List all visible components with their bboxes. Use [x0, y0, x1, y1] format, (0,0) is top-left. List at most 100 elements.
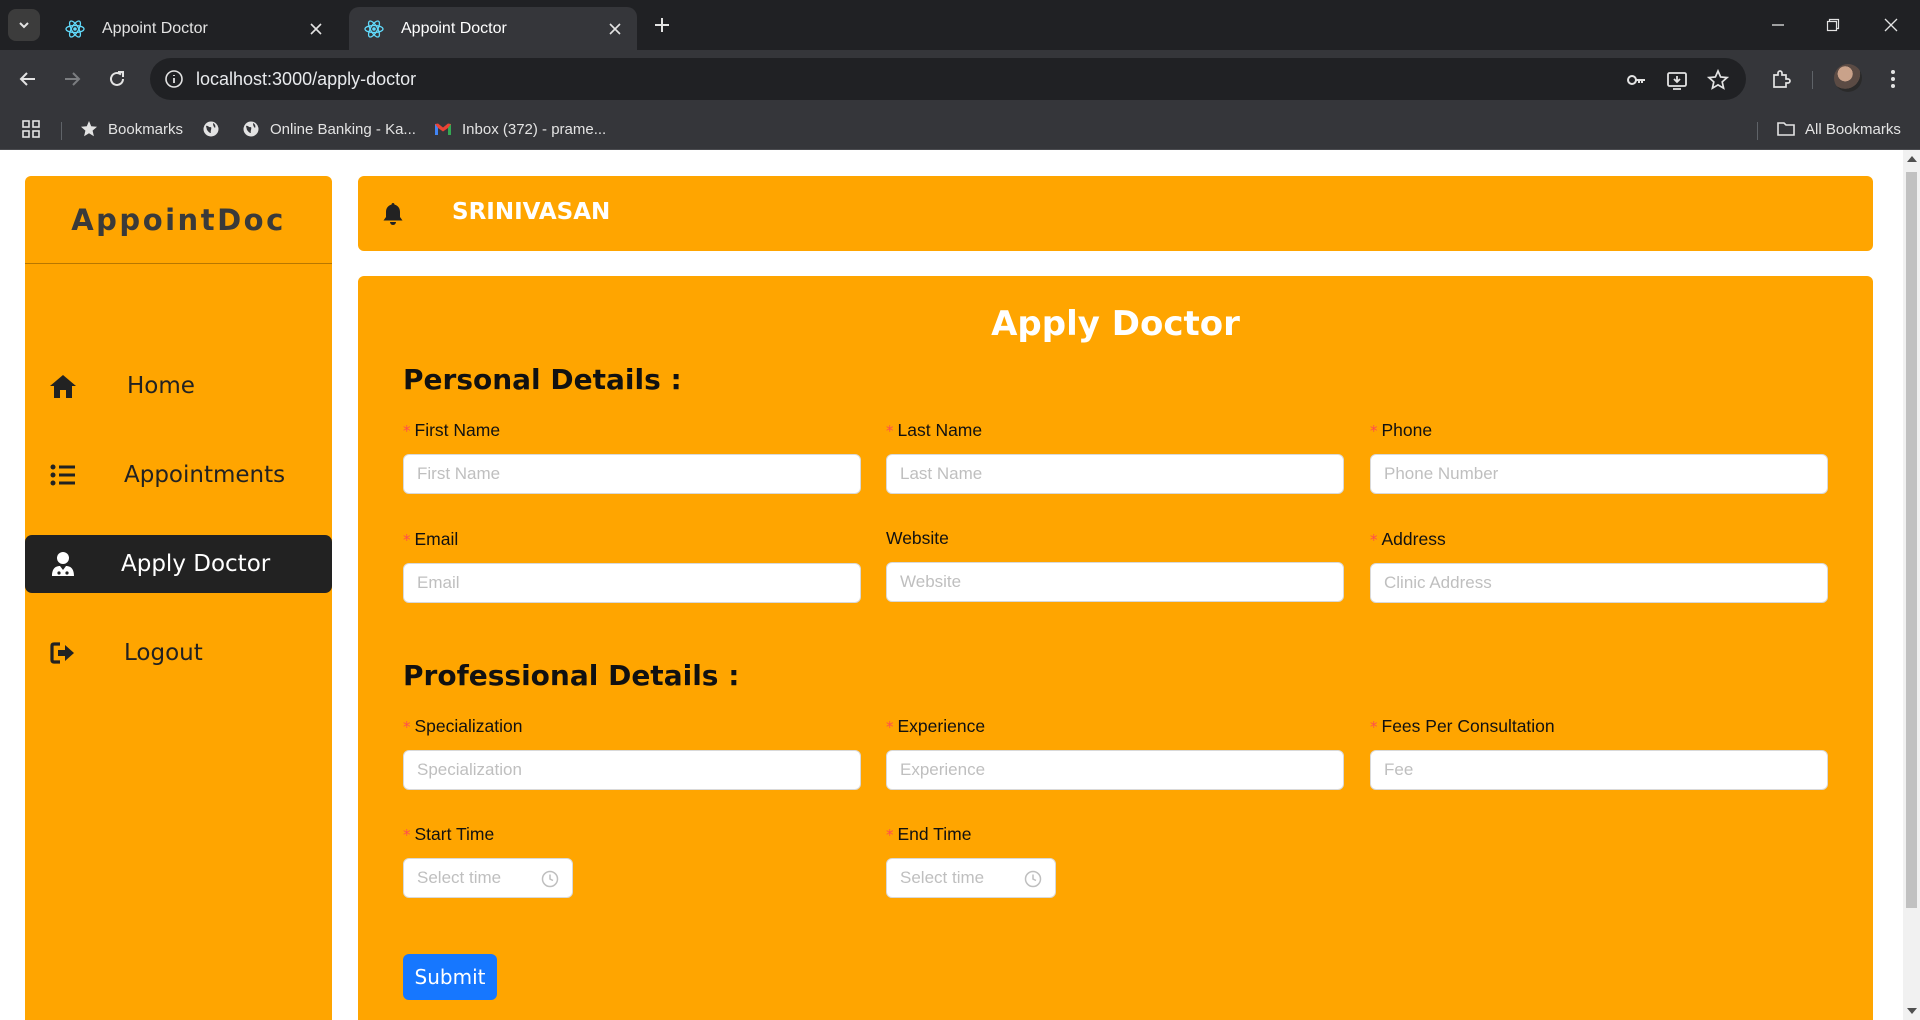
scroll-thumb[interactable] — [1906, 172, 1917, 908]
phone-field: * Phone — [1370, 420, 1828, 494]
gmail-icon — [435, 123, 451, 135]
new-tab-button[interactable] — [650, 13, 674, 37]
bookmarks-divider — [61, 122, 62, 140]
folder-icon — [1777, 122, 1795, 136]
install-app-icon[interactable] — [1665, 68, 1689, 92]
apps-button[interactable] — [22, 108, 50, 150]
sidebar-item-label: Apply Doctor — [121, 551, 271, 577]
tab-search-button[interactable] — [8, 9, 40, 41]
sidebar-item-label: Home — [127, 373, 195, 399]
fees-input[interactable] — [1370, 750, 1828, 790]
minimize-button[interactable] — [1763, 10, 1793, 40]
experience-label-text: Experience — [897, 716, 986, 736]
email-label-text: Email — [414, 529, 459, 549]
section-title-personal: Personal Details : — [403, 363, 682, 396]
react-icon — [65, 19, 85, 38]
all-bookmarks-label: All Bookmarks — [1805, 120, 1901, 138]
puzzle-icon — [1773, 70, 1791, 88]
restore-icon — [1826, 18, 1840, 32]
bell-icon[interactable] — [381, 202, 405, 226]
bookmark-item[interactable]: Inbox (372) - prame... — [434, 108, 606, 150]
plus-icon — [655, 18, 669, 32]
sidebar-item-label: Appointments — [124, 462, 286, 488]
profile-avatar[interactable] — [1834, 64, 1862, 92]
sidebar-item-appointments[interactable]: Appointments — [25, 446, 332, 504]
menu-button[interactable] — [1878, 64, 1908, 94]
website-label: Website — [886, 528, 1344, 550]
key-icon[interactable] — [1624, 68, 1648, 92]
first-name-label: * First Name — [403, 420, 861, 442]
star-icon[interactable] — [1706, 68, 1730, 92]
address-input[interactable] — [1370, 563, 1828, 603]
extensions-button[interactable] — [1766, 64, 1796, 94]
close-window-button[interactable] — [1876, 10, 1906, 40]
globe-icon — [243, 121, 259, 137]
browser-tab-active[interactable]: Appoint Doctor — [349, 7, 637, 50]
form-title: Apply Doctor — [991, 304, 1240, 344]
website-field: Website — [886, 528, 1344, 602]
end-time-input[interactable] — [887, 859, 1017, 897]
last-name-field: * Last Name — [886, 420, 1344, 494]
required-mark: * — [886, 422, 894, 440]
bookmark-item[interactable] — [202, 108, 230, 150]
required-mark: * — [886, 718, 894, 736]
sidebar-item-apply-doctor[interactable]: Apply Doctor — [25, 535, 332, 593]
phone-input[interactable] — [1370, 454, 1828, 494]
home-icon — [49, 372, 77, 400]
restore-button[interactable] — [1818, 10, 1848, 40]
specialization-input[interactable] — [403, 750, 861, 790]
fees-label-text: Fees Per Consultation — [1381, 716, 1555, 736]
sidebar: AppointDoc Home Appointments Apply Docto… — [25, 176, 332, 1020]
sidebar-item-home[interactable]: Home — [25, 357, 332, 415]
fees-label: * Fees Per Consultation — [1370, 716, 1828, 738]
experience-input[interactable] — [886, 750, 1344, 790]
browser-toolbar: localhost:3000/apply-doctor — [0, 50, 1920, 108]
info-icon[interactable] — [164, 69, 184, 89]
last-name-label: * Last Name — [886, 420, 1344, 442]
email-field: * Email — [403, 529, 861, 603]
required-mark: * — [403, 826, 411, 844]
bookmark-item[interactable]: Bookmarks — [80, 108, 183, 150]
bookmarks-divider — [1757, 122, 1758, 140]
website-input[interactable] — [886, 562, 1344, 602]
url-text[interactable]: localhost:3000/apply-doctor — [196, 69, 416, 90]
required-mark: * — [886, 826, 894, 844]
back-button[interactable] — [13, 64, 43, 94]
phone-label: * Phone — [1370, 420, 1828, 442]
first-name-input[interactable] — [403, 454, 861, 494]
react-icon — [364, 19, 384, 38]
sidebar-item-logout[interactable]: Logout — [25, 624, 332, 682]
scroll-down-arrow[interactable] — [1907, 1008, 1917, 1014]
fees-field: * Fees Per Consultation — [1370, 716, 1828, 790]
specialization-label-text: Specialization — [414, 716, 523, 736]
address-field: * Address — [1370, 529, 1828, 603]
browser-tab[interactable]: Appoint Doctor — [50, 7, 338, 50]
bookmark-label: Inbox (372) - prame... — [462, 120, 607, 138]
logout-icon — [49, 639, 77, 667]
reload-button[interactable] — [102, 64, 132, 94]
submit-button[interactable]: Submit — [403, 954, 497, 1000]
address-bar[interactable]: localhost:3000/apply-doctor — [150, 58, 1746, 100]
scroll-up-arrow[interactable] — [1907, 156, 1917, 162]
section-title-professional: Professional Details : — [403, 659, 740, 692]
address-label: * Address — [1370, 529, 1828, 551]
top-header: SRINIVASAN — [358, 176, 1873, 251]
last-name-input[interactable] — [886, 454, 1344, 494]
forward-button[interactable] — [57, 64, 87, 94]
start-time-input[interactable] — [404, 859, 534, 897]
phone-label-text: Phone — [1381, 420, 1433, 440]
page: AppointDoc Home Appointments Apply Docto… — [0, 150, 1920, 1020]
bookmark-item[interactable]: Online Banking - Ka... — [242, 108, 416, 150]
all-bookmarks[interactable]: All Bookmarks — [1777, 108, 1901, 150]
close-icon[interactable] — [605, 19, 625, 39]
end-time-picker[interactable] — [886, 858, 1056, 898]
close-icon — [1884, 18, 1898, 32]
close-icon[interactable] — [306, 19, 326, 39]
tab-title: Appoint Doctor — [401, 19, 507, 37]
page-scrollbar[interactable] — [1903, 150, 1920, 1020]
start-time-picker[interactable] — [403, 858, 573, 898]
email-input[interactable] — [403, 563, 861, 603]
required-mark: * — [1370, 718, 1378, 736]
reload-icon — [110, 71, 124, 86]
start-time-label: * Start Time — [403, 824, 861, 846]
